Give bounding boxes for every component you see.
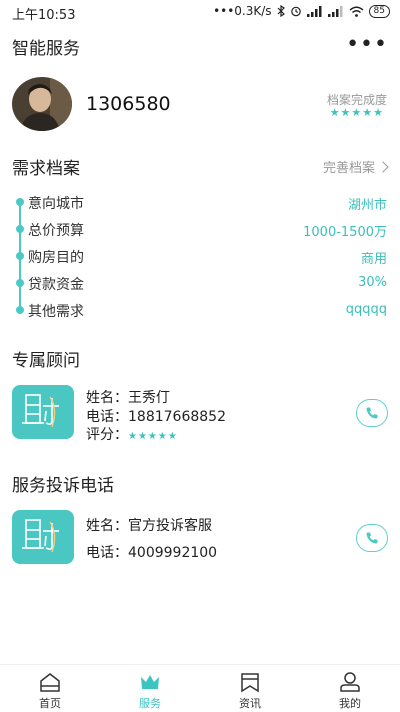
complaint-logo-icon	[12, 510, 74, 564]
timeline-dot	[16, 225, 24, 233]
phone-icon	[366, 407, 378, 419]
advisor-logo-icon	[12, 385, 74, 439]
tab-mine[interactable]: 我的	[300, 665, 400, 712]
network-speed: •••0.3K/s	[213, 4, 272, 18]
signal-icon-2	[327, 5, 343, 17]
battery-icon: 85	[368, 4, 390, 18]
status-bar: 上午10:53 •••0.3K/s 85	[0, 0, 400, 24]
complete-profile-label: 完善档案	[322, 161, 375, 176]
complete-profile-link[interactable]: 完善档案	[322, 157, 389, 176]
home-icon	[40, 673, 60, 692]
chevron-right-icon	[377, 160, 389, 173]
wifi-icon	[349, 6, 363, 17]
tab-news[interactable]: 资讯	[200, 665, 300, 712]
user-id: 1306580	[86, 93, 171, 115]
bluetooth-icon	[277, 5, 285, 17]
demand-value-city: 湖州市	[347, 198, 387, 213]
demand-value-loan: 30%	[358, 275, 387, 290]
demand-section-title: 需求档案	[12, 159, 80, 179]
demand-value-other: qqqqq	[345, 302, 387, 317]
timeline-dot	[16, 252, 24, 260]
tab-home-label: 首页	[39, 697, 61, 710]
call-complaint-button[interactable]	[356, 524, 388, 552]
tab-service-label: 服务	[139, 697, 161, 710]
user-icon	[340, 672, 360, 692]
page-title: 智能服务	[12, 39, 80, 59]
tab-news-label: 资讯	[239, 697, 261, 710]
complaint-phone: 电话：4009992100	[86, 545, 218, 561]
advisor-rating-stars: ★★★★★	[128, 431, 178, 442]
tab-service[interactable]: 服务	[100, 665, 200, 712]
tab-mine-label: 我的	[339, 697, 361, 710]
avatar[interactable]	[12, 77, 72, 131]
alarm-icon	[290, 6, 301, 17]
demand-label-city: 意向城市	[28, 196, 84, 212]
advisor-rating: 评分：★★★★★	[86, 424, 178, 444]
bookmark-icon	[241, 673, 259, 693]
timeline-dot	[16, 198, 24, 206]
status-time: 上午10:53	[12, 8, 76, 23]
complaint-name: 姓名：官方投诉客服	[86, 518, 212, 534]
advisor-name: 姓名：王秀仃	[86, 390, 170, 406]
advisor-rating-label: 评分：	[86, 427, 128, 443]
demand-label-budget: 总价预算	[28, 223, 84, 239]
timeline-dot	[16, 279, 24, 287]
demand-value-budget: 1000-1500万	[303, 225, 387, 240]
more-dots-icon[interactable]: •••	[346, 32, 388, 57]
tab-home[interactable]: 首页	[0, 665, 100, 712]
advisor-phone: 电话：18817668852	[86, 409, 226, 425]
demand-value-purpose: 商用	[360, 252, 387, 267]
demand-label-purpose: 购房目的	[28, 250, 84, 266]
bottom-tab-bar: 首页 服务 资讯 我的	[0, 664, 400, 712]
timeline-dot	[16, 306, 24, 314]
signal-icon	[306, 5, 322, 17]
advisor-section-title: 专属顾问	[12, 351, 80, 371]
crown-icon	[141, 675, 159, 689]
complaint-section-title: 服务投诉电话	[12, 476, 114, 496]
demand-label-loan: 贷款资金	[28, 277, 84, 293]
status-icons: •••0.3K/s 85	[213, 4, 390, 18]
call-advisor-button[interactable]	[356, 399, 388, 427]
profile-progress-stars: ★★★★★	[329, 106, 384, 119]
demand-label-other: 其他需求	[28, 304, 84, 320]
phone-icon	[366, 532, 378, 544]
